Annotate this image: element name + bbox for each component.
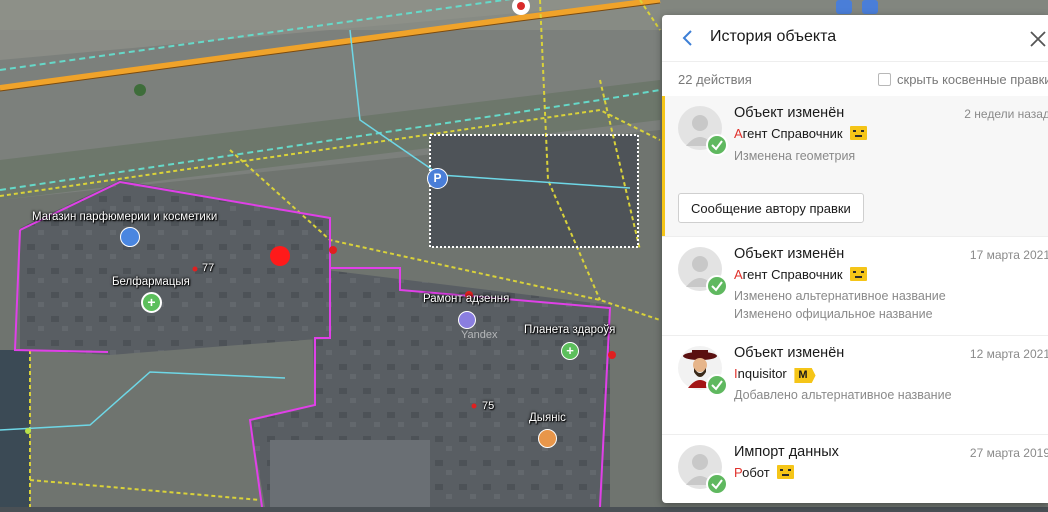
author-initial: А [734,126,743,141]
checkmark-icon [706,374,728,396]
history-entry[interactable]: Импорт данных 27 марта 2019 Робот [662,435,1048,503]
pharmacy-icon[interactable]: + [141,292,162,313]
pharmacy-icon[interactable]: + [561,342,579,360]
actions-count: 22 действия [678,72,752,87]
entry-date: 27 марта 2019 [969,446,1048,460]
avatar [678,445,728,495]
moderator-badge: M [794,368,816,383]
cosmetics-icon[interactable] [120,227,140,247]
change-item: Изменено официальное название [734,307,933,321]
entry-date: 12 марта 2021 [969,347,1048,361]
house-number-label: 77 [202,262,215,274]
entry-title: Объект изменён [734,246,845,262]
entry-author[interactable]: Агент Справочник [734,267,868,282]
author-initial: А [734,267,743,282]
checkmark-icon [706,134,728,156]
avatar [678,247,728,297]
hide-indirect-toggle[interactable]: скрыть косвенные правки [878,72,1048,87]
poi-label[interactable]: Магазин парфюмерии и косметики [32,211,217,223]
checkmark-icon [706,275,728,297]
history-entry[interactable]: Объект изменён 2 недели назад Агент Спра… [662,96,1048,237]
avatar [678,106,728,156]
entry-author[interactable]: Робот [734,465,795,480]
poi-label[interactable]: Планета здароўя [524,324,615,336]
author-initial: Р [734,465,743,480]
entry-author[interactable]: Агент Справочник [734,126,868,141]
history-subheader: 22 действия скрыть косвенные правки [662,61,1048,97]
avatar [678,346,728,396]
hide-indirect-checkbox[interactable] [878,73,891,86]
change-item: Изменена геометрия [734,149,856,163]
history-entry[interactable]: Объект изменён 17 марта 2021 Агент Справ… [662,237,1048,336]
sewing-machine-icon[interactable] [458,311,476,329]
poi-label[interactable]: Рамонт адзення [423,293,509,305]
message-author-button[interactable]: Сообщение автору правки [678,193,864,223]
change-item: Добавлено альтернативное название [734,388,952,402]
entry-title: Объект изменён [734,345,845,361]
close-icon[interactable] [1028,29,1048,49]
house-number-label: 75 [482,400,495,412]
robot-badge-icon [777,465,795,479]
shopping-cart-icon[interactable] [538,429,557,448]
author-name: обот [742,465,770,480]
entry-date: 2 недели назад [964,107,1048,121]
history-entry[interactable]: Объект изменён 12 марта 2021 Inquisitor … [662,336,1048,435]
robot-badge-icon [850,267,868,281]
object-history-panel: История объекта 22 действия скрыть косве… [662,15,1048,503]
checkmark-icon [706,473,728,495]
panel-header: История объекта [662,15,1048,61]
parking-icon[interactable]: P [427,168,448,189]
panel-title: История объекта [710,28,837,45]
author-name: nquisitor [737,366,787,381]
poi-label[interactable]: Белфармацыя [112,276,190,288]
map-watermark: Yandex [461,329,498,341]
hide-indirect-label: скрыть косвенные правки [897,72,1048,87]
chevron-left-icon[interactable] [678,28,698,48]
author-name: гент Справочник [742,267,843,282]
change-item: Изменено альтернативное название [734,289,946,303]
author-name: гент Справочник [742,126,843,141]
entry-title: Импорт данных [734,444,839,460]
entry-title: Объект изменён [734,105,845,121]
entry-author[interactable]: Inquisitor M [734,366,816,383]
poi-label[interactable]: Дыяніс [529,412,566,424]
robot-badge-icon [850,126,868,140]
entry-date: 17 марта 2021 [969,248,1048,262]
